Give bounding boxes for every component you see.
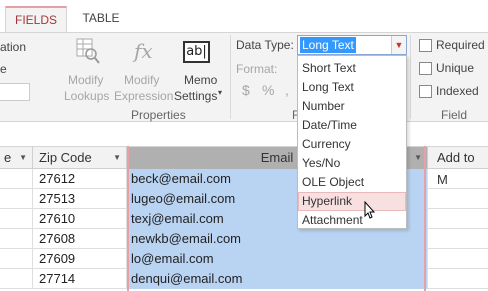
table-row[interactable]: 27608 newkb@email.com <box>0 229 488 249</box>
tab-table[interactable]: TABLE <box>70 6 132 33</box>
required-label: Required <box>436 38 485 52</box>
table-cell-zip[interactable]: 27612 <box>33 169 127 189</box>
table-cell-zip[interactable]: 27610 <box>33 209 127 229</box>
table-cell-zip[interactable]: 27608 <box>33 229 127 249</box>
column-header-row: e ▼ Zip Code ▼ Email ▼ Add to M <box>0 146 488 187</box>
dropdown-option[interactable]: Long Text <box>298 78 406 97</box>
data-type-combobox[interactable]: Long Text ▼ <box>297 35 407 55</box>
dropdown-option[interactable]: Short Text <box>298 59 406 78</box>
table-cell-cut[interactable] <box>0 269 33 289</box>
dropdown-option[interactable]: Yes/No <box>298 154 406 173</box>
dropdown-option[interactable]: Number <box>298 97 406 116</box>
memo-settings-label-1: Memo <box>184 73 218 87</box>
indexed-label: Indexed <box>436 84 479 98</box>
table-cell-cut[interactable] <box>0 249 33 269</box>
table-cell-zip[interactable]: 27609 <box>33 249 127 269</box>
modify-lookups-label-1: Modify <box>68 73 104 87</box>
modify-expression-label-1: Modify <box>124 73 160 87</box>
column-header-add-to[interactable]: Add to M <box>428 147 488 187</box>
data-type-value: Long Text <box>300 37 356 53</box>
table-cell-zip[interactable]: 27513 <box>33 189 127 209</box>
table-cell-zip[interactable]: 27714 <box>33 269 127 289</box>
table-cell-email[interactable]: denqui@email.com <box>127 269 428 289</box>
fx-icon: fx <box>134 39 153 63</box>
data-type-label: Data Type: <box>236 38 294 52</box>
modify-expression-button[interactable]: fx Modify Expression <box>114 35 174 105</box>
comma-format-icon[interactable]: , <box>285 82 289 98</box>
datasheet-grid: e ▼ Zip Code ▼ Email ▼ Add to M 27612 bec… <box>0 122 488 291</box>
table-cell-cut[interactable] <box>0 209 33 229</box>
table-row[interactable]: 27609 lo@email.com <box>0 249 488 269</box>
dropdown-option[interactable]: Date/Time <box>298 116 406 135</box>
data-type-dropdown-list: Short Text Long Text Number Date/Time Curren… <box>297 55 407 229</box>
name-caption-field[interactable] <box>0 83 30 101</box>
indexed-checkbox[interactable] <box>419 85 432 98</box>
dropdown-option[interactable]: Attachment <box>298 211 406 230</box>
modify-lookups-icon <box>76 38 100 64</box>
column-dropdown-icon[interactable]: ▼ <box>113 147 121 169</box>
column-dropdown-icon[interactable]: ▼ <box>19 147 27 169</box>
table-cell-add-to[interactable] <box>428 169 488 189</box>
table-cell-add-to[interactable] <box>428 229 488 249</box>
required-checkbox[interactable] <box>419 39 432 52</box>
group-divider <box>230 35 231 119</box>
dropdown-arrow-icon[interactable]: ▼ <box>391 36 406 54</box>
table-row[interactable]: 27513 lugeo@email.com <box>0 189 488 209</box>
percent-format-icon[interactable]: % <box>262 82 274 98</box>
modify-expression-label-2: Expression <box>114 89 174 103</box>
ribbon-fields: ation e Modify Lookups fx Modify Express… <box>0 32 488 136</box>
modify-lookups-button[interactable]: Modify Lookups <box>63 35 111 105</box>
dropdown-option[interactable]: OLE Object <box>298 173 406 192</box>
ribbon-cut-label-2: e <box>0 62 7 76</box>
table-cell-cut[interactable] <box>0 229 33 249</box>
column-header-zip-code[interactable]: Zip Code ▼ <box>33 147 127 169</box>
table-cell-cut[interactable] <box>0 189 33 209</box>
table-cell-add-to[interactable] <box>428 269 488 289</box>
dropdown-option[interactable]: Hyperlink <box>298 192 406 211</box>
table-row[interactable]: 27610 texj@email.com <box>0 209 488 229</box>
column-header-cut[interactable]: e ▼ <box>0 147 33 169</box>
ribbon-cut-label-1: ation <box>0 40 27 54</box>
column-header-label: e <box>4 150 12 165</box>
column-header-label: Zip Code <box>39 150 92 165</box>
tab-fields[interactable]: FIELDS <box>5 6 67 33</box>
group-label-properties: Properties <box>131 108 186 122</box>
memo-settings-icon: ab| <box>183 41 210 63</box>
mouse-pointer-icon <box>364 201 376 219</box>
currency-format-icon[interactable]: $ <box>242 82 250 98</box>
table-cell-email[interactable]: lo@email.com <box>127 249 428 269</box>
table-cell-email[interactable]: newkb@email.com <box>127 229 428 249</box>
format-label: Format: <box>236 62 278 76</box>
ribbon-tab-strip: FIELDS TABLE <box>0 0 488 33</box>
column-header-label: Email <box>260 150 294 165</box>
table-row[interactable]: 27612 beck@email.com <box>0 169 488 189</box>
table-cell-add-to[interactable] <box>428 249 488 269</box>
memo-settings-button[interactable]: ab| Memo Settings ▾ <box>174 35 228 105</box>
group-divider <box>410 35 411 119</box>
table-cell-add-to[interactable] <box>428 209 488 229</box>
table-row[interactable]: 27714 denqui@email.com <box>0 269 488 289</box>
memo-settings-label-2: Settings <box>174 89 218 103</box>
unique-checkbox[interactable] <box>419 62 432 75</box>
chevron-down-icon: ▾ <box>218 88 223 97</box>
unique-label: Unique <box>436 61 475 75</box>
modify-lookups-label-2: Lookups <box>64 89 110 103</box>
table-cell-cut[interactable] <box>0 169 33 189</box>
table-cell-add-to[interactable] <box>428 189 488 209</box>
dropdown-option[interactable]: Currency <box>298 135 406 154</box>
column-dropdown-icon[interactable]: ▼ <box>414 147 422 169</box>
